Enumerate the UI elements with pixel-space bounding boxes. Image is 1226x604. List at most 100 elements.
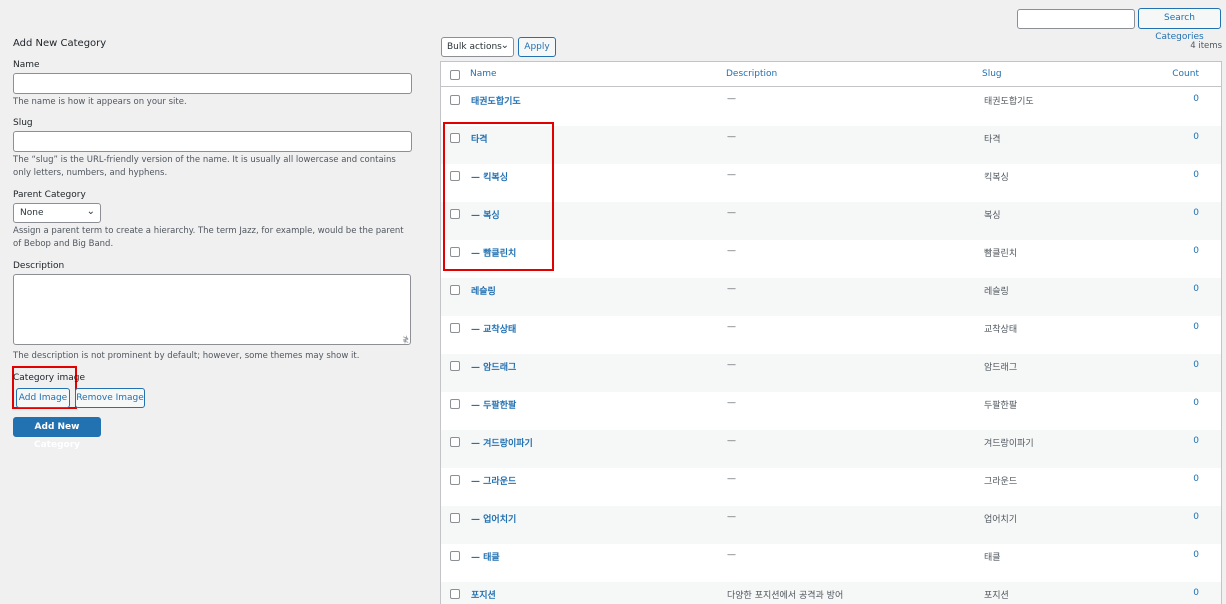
row-checkbox[interactable] bbox=[450, 95, 460, 105]
table-row: 포지션 다양한 포지션에서 공격과 방어 포지션 0 bbox=[441, 582, 1221, 604]
row-count-link[interactable]: 0 bbox=[1193, 588, 1199, 598]
row-name-link[interactable]: 포지션 bbox=[471, 588, 496, 601]
row-name-link[interactable]: 레슬링 bbox=[471, 284, 496, 297]
row-slug: 그라운드 bbox=[984, 477, 1018, 487]
row-checkbox[interactable] bbox=[450, 399, 460, 409]
row-slug: 태권도합기도 bbox=[984, 97, 1034, 107]
table-row: — 빰클린치 — 빰클린치 0 bbox=[441, 240, 1221, 278]
row-slug: 암드래그 bbox=[984, 363, 1018, 373]
row-count-link[interactable]: 0 bbox=[1193, 132, 1199, 142]
row-slug: 포지션 bbox=[984, 591, 1009, 601]
apply-button[interactable]: Apply bbox=[518, 37, 556, 57]
row-checkbox[interactable] bbox=[450, 323, 460, 333]
row-description: — bbox=[727, 132, 736, 142]
bulk-actions-select[interactable]: Bulk actions ⌄ bbox=[441, 37, 514, 57]
form-title: Add New Category bbox=[13, 38, 107, 49]
table-row: 레슬링 — 레슬링 0 bbox=[441, 278, 1221, 316]
add-image-button[interactable]: Add Image bbox=[16, 388, 70, 408]
description-label: Description bbox=[13, 261, 65, 271]
column-name[interactable]: Name bbox=[470, 69, 497, 79]
column-count[interactable]: Count bbox=[1172, 69, 1199, 79]
slug-input[interactable] bbox=[13, 131, 412, 152]
parent-category-value: None bbox=[20, 208, 44, 218]
search-categories-button[interactable]: Search Categories bbox=[1138, 8, 1221, 42]
column-slug[interactable]: Slug bbox=[982, 69, 1002, 79]
row-checkbox[interactable] bbox=[450, 285, 460, 295]
row-slug: 교착상태 bbox=[984, 325, 1018, 335]
row-checkbox[interactable] bbox=[450, 589, 460, 599]
row-count-link[interactable]: 0 bbox=[1193, 208, 1199, 218]
row-name-link[interactable]: — 겨드랑이파기 bbox=[471, 436, 533, 449]
table-row: — 겨드랑이파기 — 겨드랑이파기 0 bbox=[441, 430, 1221, 468]
table-row: 타격 — 타격 0 bbox=[441, 126, 1221, 164]
table-row: — 교착상태 — 교착상태 0 bbox=[441, 316, 1221, 354]
remove-image-button[interactable]: Remove Image bbox=[75, 388, 145, 408]
slug-help: The “slug” is the URL-friendly version o… bbox=[13, 155, 396, 178]
row-slug: 업어치기 bbox=[984, 515, 1018, 525]
table-row: — 그라운드 — 그라운드 0 bbox=[441, 468, 1221, 506]
chevron-down-icon: ⌄ bbox=[86, 206, 95, 217]
row-slug: 빰클린치 bbox=[984, 249, 1018, 259]
bulk-actions-value: Bulk actions bbox=[447, 42, 502, 52]
row-name-link[interactable]: — 그라운드 bbox=[471, 474, 516, 487]
row-checkbox[interactable] bbox=[450, 513, 460, 523]
table-row: 태권도합기도 — 태권도합기도 0 bbox=[441, 88, 1221, 126]
row-name-link[interactable]: — 암드래그 bbox=[471, 360, 516, 373]
row-description: — bbox=[727, 322, 736, 332]
row-description: — bbox=[727, 550, 736, 560]
table-header: Name Description Slug Count bbox=[441, 62, 1221, 87]
table-row: — 암드래그 — 암드래그 0 bbox=[441, 354, 1221, 392]
row-checkbox[interactable] bbox=[450, 361, 460, 371]
description-textarea[interactable]: ≹ bbox=[13, 274, 411, 345]
row-slug: 킥복싱 bbox=[984, 173, 1009, 183]
row-slug: 타격 bbox=[984, 135, 1001, 145]
row-checkbox[interactable] bbox=[450, 475, 460, 485]
parent-category-select[interactable]: None ⌄ bbox=[13, 203, 101, 223]
description-help: The description is not prominent by defa… bbox=[13, 351, 360, 361]
search-input[interactable] bbox=[1017, 9, 1135, 29]
row-count-link[interactable]: 0 bbox=[1193, 550, 1199, 560]
row-count-link[interactable]: 0 bbox=[1193, 360, 1199, 370]
parent-category-label: Parent Category bbox=[13, 190, 86, 200]
items-count: 4 items bbox=[1190, 41, 1222, 51]
row-slug: 복싱 bbox=[984, 211, 1001, 221]
row-count-link[interactable]: 0 bbox=[1193, 94, 1199, 104]
name-label: Name bbox=[13, 60, 40, 70]
row-count-link[interactable]: 0 bbox=[1193, 436, 1199, 446]
row-slug: 태클 bbox=[984, 553, 1001, 563]
table-row: — 태클 — 태클 0 bbox=[441, 544, 1221, 582]
row-count-link[interactable]: 0 bbox=[1193, 284, 1199, 294]
table-row: — 업어치기 — 업어치기 0 bbox=[441, 506, 1221, 544]
row-description: — bbox=[727, 360, 736, 370]
add-new-category-button[interactable]: Add New Category bbox=[13, 417, 101, 450]
name-help: The name is how it appears on your site. bbox=[13, 97, 187, 107]
row-name-link[interactable]: — 두팔한팔 bbox=[471, 398, 516, 411]
parent-category-help: Assign a parent term to create a hierarc… bbox=[13, 226, 404, 249]
resize-handle-icon[interactable]: ≹ bbox=[402, 335, 409, 344]
highlight-box-rows bbox=[443, 122, 554, 271]
column-description[interactable]: Description bbox=[726, 69, 777, 79]
row-count-link[interactable]: 0 bbox=[1193, 398, 1199, 408]
row-description: — bbox=[727, 512, 736, 522]
select-all-checkbox[interactable] bbox=[450, 70, 460, 80]
row-checkbox[interactable] bbox=[450, 551, 460, 561]
row-slug: 겨드랑이파기 bbox=[984, 439, 1034, 449]
row-count-link[interactable]: 0 bbox=[1193, 512, 1199, 522]
row-count-link[interactable]: 0 bbox=[1193, 474, 1199, 484]
row-name-link[interactable]: — 태클 bbox=[471, 550, 500, 563]
row-checkbox[interactable] bbox=[450, 437, 460, 447]
row-name-link[interactable]: — 업어치기 bbox=[471, 512, 516, 525]
row-count-link[interactable]: 0 bbox=[1193, 246, 1199, 256]
row-description: — bbox=[727, 284, 736, 294]
row-description: — bbox=[727, 94, 736, 104]
row-description: — bbox=[727, 208, 736, 218]
row-description: 다양한 포지션에서 공격과 방어 bbox=[727, 591, 844, 601]
name-input[interactable] bbox=[13, 73, 412, 94]
slug-label: Slug bbox=[13, 118, 33, 128]
table-row: — 복싱 — 복싱 0 bbox=[441, 202, 1221, 240]
row-count-link[interactable]: 0 bbox=[1193, 170, 1199, 180]
row-count-link[interactable]: 0 bbox=[1193, 322, 1199, 332]
row-name-link[interactable]: 태권도합기도 bbox=[471, 94, 521, 107]
row-name-link[interactable]: — 교착상태 bbox=[471, 322, 516, 335]
row-description: — bbox=[727, 398, 736, 408]
